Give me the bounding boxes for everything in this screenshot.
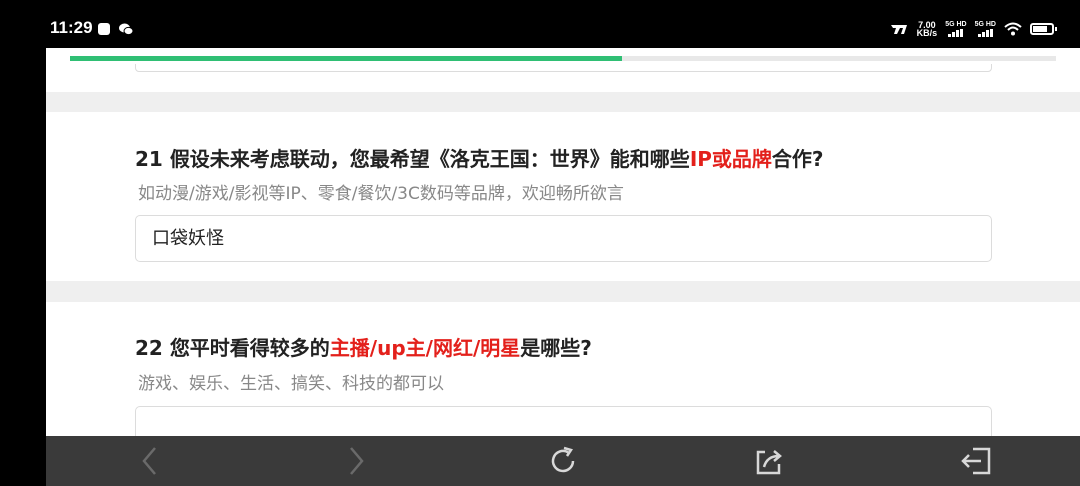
back-arrow-icon xyxy=(142,447,156,475)
status-time: 11:29 xyxy=(50,18,93,37)
wechat-icon xyxy=(119,23,134,36)
signal-icon xyxy=(948,29,964,37)
question-title: 21 假设未来考虑联动，您最希望《洛克王国：世界》能和哪些IP或品牌合作? xyxy=(135,143,824,172)
question-description: 如动漫/游戏/影视等IP、零食/餐饮/3C数码等品牌，欢迎畅所欲言 xyxy=(138,184,624,204)
signal-icon xyxy=(977,29,993,37)
share-button[interactable] xyxy=(752,444,786,478)
speed-unit: KB/s xyxy=(916,28,938,38)
question-text-end: 是哪些? xyxy=(520,336,592,360)
question-description: 游戏、娱乐、生活、搞笑、科技的都可以 xyxy=(138,374,444,394)
question-title: 22 您平时看得较多的主播/up主/网红/明星是哪些? xyxy=(135,332,592,361)
share-icon xyxy=(756,450,782,475)
refresh-icon xyxy=(551,446,575,473)
question-text: 您平时看得较多的 xyxy=(169,336,330,360)
sim1-label: 5G HD xyxy=(945,21,967,28)
question-number: 22 xyxy=(135,336,163,360)
forward-arrow-icon xyxy=(350,447,364,475)
status-bar: 11:29 7.00 KB/s 5G HD 5G HD xyxy=(0,0,1080,48)
progress-bar xyxy=(46,48,1080,64)
nfc-icon xyxy=(890,25,907,34)
question-highlight: 主播/up主/网红/明星 xyxy=(329,336,521,360)
battery-icon xyxy=(1030,23,1057,35)
exit-button[interactable] xyxy=(959,444,993,478)
wifi-icon xyxy=(1004,22,1022,36)
question-card-22: 22 您平时看得较多的主播/up主/网红/明星是哪些? 游戏、娱乐、生活、搞笑、… xyxy=(46,302,1080,436)
answer-field[interactable] xyxy=(135,406,992,436)
sim2-signal: 5G HD xyxy=(975,21,996,37)
forward-button[interactable] xyxy=(339,444,373,478)
sim2-label: 5G HD xyxy=(974,21,996,28)
question-card-21: 21 假设未来考虑联动，您最希望《洛克王国：世界》能和哪些IP或品牌合作? 如动… xyxy=(46,112,1080,281)
status-right: 7.00 KB/s 5G HD 5G HD xyxy=(889,19,1057,39)
question-highlight: IP或品牌 xyxy=(689,147,772,171)
refresh-button[interactable] xyxy=(546,444,580,478)
left-margin xyxy=(0,48,46,486)
notification-square-icon xyxy=(98,23,110,35)
progress-track xyxy=(70,56,1056,61)
network-speed: 7.00 KB/s xyxy=(916,21,938,38)
answer-field[interactable]: 口袋妖怪 xyxy=(135,215,992,262)
survey-page[interactable]: 21 假设未来考虑联动，您最希望《洛克王国：世界》能和哪些IP或品牌合作? 如动… xyxy=(46,48,1080,436)
browser-toolbar xyxy=(46,436,1080,486)
question-text-end: 合作? xyxy=(771,147,824,171)
question-number: 21 xyxy=(135,147,163,171)
progress-fill xyxy=(70,56,623,61)
back-button[interactable] xyxy=(133,444,167,478)
question-text: 假设未来考虑联动，您最希望《洛克王国：世界》能和哪些 xyxy=(169,147,690,171)
sim1-signal: 5G HD xyxy=(945,21,967,37)
exit-icon xyxy=(961,447,991,475)
